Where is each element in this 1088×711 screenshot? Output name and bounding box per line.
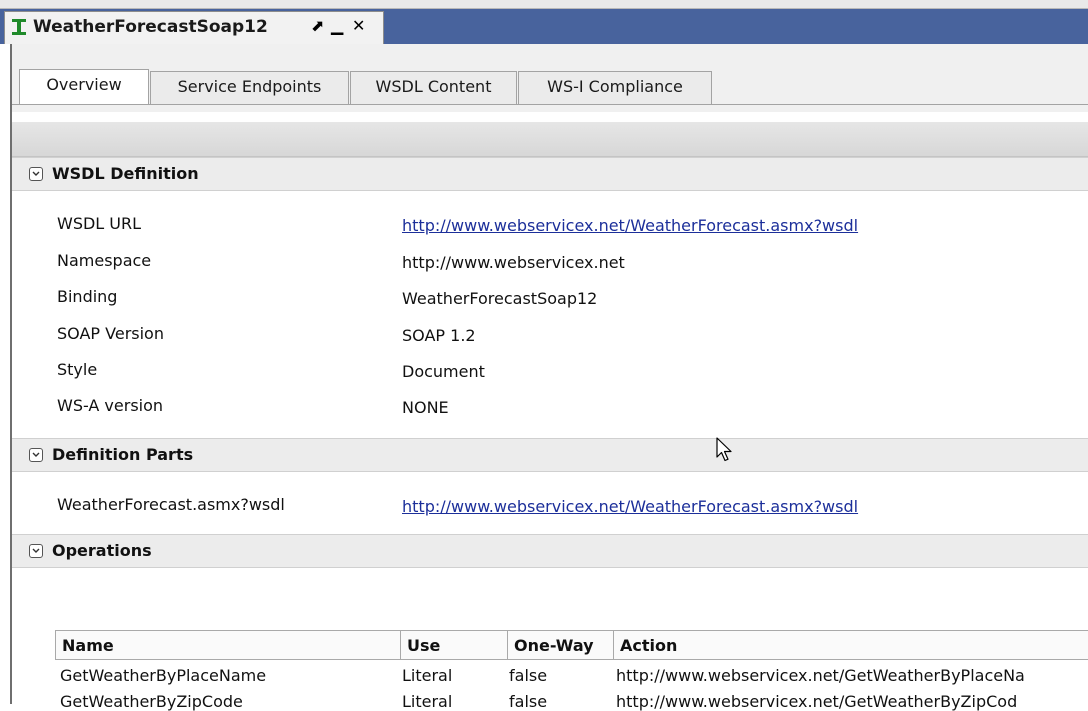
tab-label: WSDL Content bbox=[375, 77, 492, 96]
editor-titlebar: WeatherForecastSoap12 ⬈ ▁ ✕ bbox=[0, 9, 1088, 44]
editor-tab[interactable]: WeatherForecastSoap12 ⬈ ▁ ✕ bbox=[4, 11, 384, 44]
chevron-down-icon[interactable] bbox=[29, 167, 43, 181]
soap-version-value: SOAP 1.2 bbox=[402, 326, 476, 345]
tab-overview[interactable]: Overview bbox=[19, 69, 149, 105]
operation-name: GetWeatherByZipCode bbox=[60, 692, 243, 711]
operation-one-way: false bbox=[509, 666, 548, 685]
minimize-icon[interactable]: ▁ bbox=[331, 16, 343, 35]
operation-use: Literal bbox=[402, 666, 453, 685]
top-border bbox=[0, 0, 1088, 9]
ws-a-version-value: NONE bbox=[402, 398, 449, 417]
soap-version-label: SOAP Version bbox=[57, 324, 164, 343]
wsdl-definition-header[interactable]: WSDL Definition bbox=[12, 157, 1088, 191]
namespace-value: http://www.webservicex.net bbox=[402, 253, 625, 272]
operations-header[interactable]: Operations bbox=[12, 534, 1088, 568]
operation-one-way: false bbox=[509, 692, 548, 711]
toolbar bbox=[12, 122, 1088, 157]
ws-a-version-label: WS-A version bbox=[57, 396, 164, 415]
close-icon[interactable]: ✕ bbox=[352, 16, 365, 35]
section-title: Operations bbox=[52, 541, 152, 560]
definition-part-label: WeatherForecast.asmx?wsdl bbox=[57, 495, 285, 514]
style-label: Style bbox=[57, 360, 98, 379]
column-header-action[interactable]: Action bbox=[613, 630, 1088, 660]
operation-action: http://www.webservicex.net/GetWeatherByP… bbox=[616, 666, 1025, 685]
chevron-down-icon[interactable] bbox=[29, 448, 43, 462]
tab-service-endpoints[interactable]: Service Endpoints bbox=[150, 71, 349, 104]
operation-use: Literal bbox=[402, 692, 453, 711]
binding-label: Binding bbox=[57, 287, 118, 306]
column-header-name[interactable]: Name bbox=[55, 630, 400, 660]
section-title: Definition Parts bbox=[52, 445, 194, 464]
binding-value: WeatherForecastSoap12 bbox=[402, 289, 598, 308]
tab-ws-i-compliance[interactable]: WS-I Compliance bbox=[518, 71, 712, 104]
style-value: Document bbox=[402, 362, 485, 381]
chevron-down-icon[interactable] bbox=[29, 544, 43, 558]
editor-title: WeatherForecastSoap12 bbox=[33, 17, 268, 37]
definition-part-link[interactable]: http://www.webservicex.net/WeatherForeca… bbox=[402, 497, 858, 516]
mouse-pointer-icon bbox=[716, 437, 732, 462]
tab-wsdl-content[interactable]: WSDL Content bbox=[350, 71, 517, 104]
section-title: WSDL Definition bbox=[52, 164, 199, 183]
operation-action: http://www.webservicex.net/GetWeatherByZ… bbox=[616, 692, 1018, 711]
soapui-interface-icon bbox=[12, 19, 26, 35]
operation-name: GetWeatherByPlaceName bbox=[60, 666, 267, 685]
tab-divider bbox=[12, 104, 1088, 105]
maximize-icon[interactable]: ⬈ bbox=[311, 16, 324, 35]
tab-label: Service Endpoints bbox=[177, 77, 322, 96]
editor-panel: Overview Service Endpoints WSDL Content … bbox=[10, 44, 1088, 711]
wsdl-url-label: WSDL URL bbox=[57, 214, 142, 233]
column-header-one-way[interactable]: One-Way bbox=[507, 630, 613, 660]
tab-label: Overview bbox=[46, 75, 122, 94]
tab-strip: Overview Service Endpoints WSDL Content … bbox=[12, 44, 1088, 112]
namespace-label: Namespace bbox=[57, 251, 152, 270]
wsdl-url-link[interactable]: http://www.webservicex.net/WeatherForeca… bbox=[402, 216, 858, 235]
column-header-use[interactable]: Use bbox=[400, 630, 507, 660]
definition-parts-header[interactable]: Definition Parts bbox=[12, 438, 1088, 472]
tab-label: WS-I Compliance bbox=[547, 77, 683, 96]
